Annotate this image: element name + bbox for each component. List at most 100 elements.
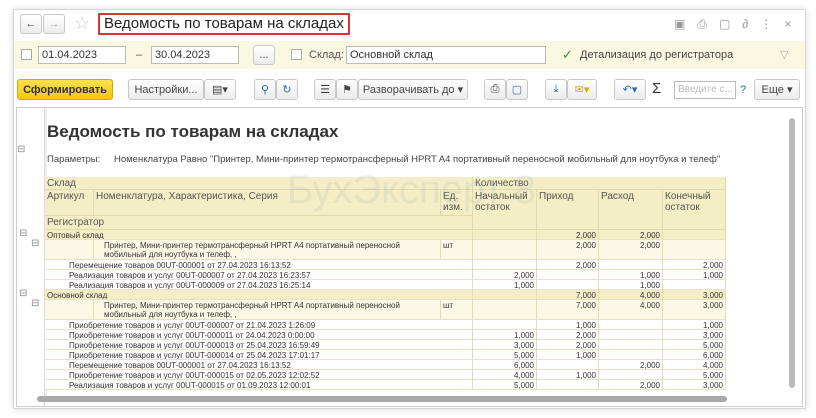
group-row-label: Основной склад xyxy=(45,290,473,300)
filter-icon[interactable]: ▽ xyxy=(780,48,788,61)
detail-label: Детализация до регистратора xyxy=(580,49,734,61)
help-button[interactable]: ? xyxy=(740,84,746,96)
expand-to-button[interactable]: Разворачивать до ▾ xyxy=(358,79,468,100)
header-warehouse: Склад xyxy=(45,177,473,190)
save-icon[interactable]: ▣ xyxy=(674,17,697,31)
link-icon[interactable]: ∂ xyxy=(742,17,760,31)
more-label: Еще xyxy=(761,83,784,96)
document-row-label: Перемещение товаров 00UT-000001 от 27.04… xyxy=(45,260,473,270)
header-article: Артикул xyxy=(45,190,94,216)
opening-cell: 5,000 xyxy=(473,380,537,390)
report-title: Ведомость по товарам на складах xyxy=(47,122,339,141)
closing-cell: 5,000 xyxy=(663,370,726,380)
horizontal-scrollbar[interactable] xyxy=(37,396,727,402)
closing-cell: 1,000 xyxy=(663,270,726,280)
header-quantity: Количество xyxy=(473,177,726,190)
close-icon[interactable]: × xyxy=(784,17,803,31)
document-row-label: Приобретение товаров и услуг 00UT-000015… xyxy=(45,370,473,380)
params-label: Параметры: xyxy=(47,154,101,165)
expense-cell: 4,000 xyxy=(599,290,663,300)
variants-icon[interactable]: ▤▾ xyxy=(204,79,236,100)
opening-cell xyxy=(473,260,537,270)
closing-cell: 2,000 xyxy=(663,260,726,270)
print-preview-icon[interactable]: ▢ xyxy=(506,79,528,100)
warehouse-checkbox[interactable] xyxy=(291,49,302,60)
opening-cell xyxy=(473,300,537,320)
undo-icon[interactable]: ↶▾ xyxy=(614,79,646,100)
expense-cell: 2,000 xyxy=(599,360,663,370)
income-cell: 7,000 xyxy=(537,300,599,320)
unit-cell: шт xyxy=(441,240,473,260)
closing-cell: 3,000 xyxy=(663,330,726,340)
print-button[interactable]: ⎙ xyxy=(484,79,506,100)
opening-cell xyxy=(473,320,537,330)
closing-cell: 4,000 xyxy=(663,360,726,370)
income-cell: 1,000 xyxy=(537,370,599,380)
collapse-icon[interactable]: ⊟ xyxy=(31,238,39,249)
closing-cell: 3,000 xyxy=(663,290,726,300)
collapse-icon[interactable]: ⊟ xyxy=(31,298,39,309)
period-checkbox[interactable] xyxy=(21,49,32,60)
collapse-params-icon[interactable]: ⊟ xyxy=(17,144,25,155)
filter-bar: 01.04.2023 – 30.04.2023 ... Склад: Основ… xyxy=(14,41,805,69)
document-row-label: Приобретение товаров и услуг 00UT-000011… xyxy=(45,330,473,340)
warehouse-select[interactable]: Основной склад xyxy=(346,46,546,64)
generate-button[interactable]: Сформировать xyxy=(17,79,113,100)
group-row-label: Оптовый склад xyxy=(45,230,473,240)
period-select-button[interactable]: ... xyxy=(253,45,275,65)
income-cell: 7,000 xyxy=(537,290,599,300)
closing-cell xyxy=(663,230,726,240)
flag-icon[interactable]: ⚑ xyxy=(336,79,358,100)
detail-checkbox[interactable]: ✓ xyxy=(562,47,573,63)
expand-label: Разворачивать до xyxy=(362,83,455,96)
expense-cell xyxy=(599,260,663,270)
search-icon[interactable]: ⚲ xyxy=(254,79,276,100)
document-row-label: Реализация товаров и услуг 00UT-000009 о… xyxy=(45,280,473,290)
search-next-icon[interactable]: ↻ xyxy=(276,79,298,100)
print-icon[interactable]: ⎙ xyxy=(697,17,719,31)
more-icon[interactable]: ⋮ xyxy=(760,17,784,31)
header-sort xyxy=(441,216,473,230)
opening-cell: 4,000 xyxy=(473,370,537,380)
expense-cell xyxy=(599,350,663,360)
header-income: Приход xyxy=(537,190,599,230)
article-cell xyxy=(45,300,94,320)
document-row-label: Реализация товаров и услуг 00UT-000007 о… xyxy=(45,270,473,280)
closing-cell: 3,000 xyxy=(663,300,726,320)
expense-cell: 1,000 xyxy=(599,280,663,290)
sum-icon[interactable]: Σ xyxy=(652,80,661,97)
opening-cell: 1,000 xyxy=(473,330,537,340)
opening-cell: 6,000 xyxy=(473,360,537,370)
date-to-input[interactable]: 30.04.2023 xyxy=(151,46,239,64)
date-from-input[interactable]: 01.04.2023 xyxy=(38,46,126,64)
params-value: Номенклатура Равно "Принтер, Мини-принте… xyxy=(114,154,721,165)
report-window: ← → ☆ Ведомость по товарам на складах ▣⎙… xyxy=(13,9,806,409)
document-row-label: Приобретение товаров и услуг 00UT-000014… xyxy=(45,350,473,360)
preview-icon[interactable]: ▢ xyxy=(719,17,742,31)
income-cell: 2,000 xyxy=(537,260,599,270)
collapse-icon[interactable]: ⊟ xyxy=(19,288,27,299)
income-cell: 1,000 xyxy=(537,350,599,360)
warehouse-label: Склад: xyxy=(309,49,344,61)
window-actions: ▣⎙▢∂⋮× xyxy=(674,17,803,32)
more-button[interactable]: Еще ▾ xyxy=(754,79,800,100)
income-cell: 2,000 xyxy=(537,240,599,260)
header-unit: Ед. изм. xyxy=(441,190,473,216)
document-row-label: Перемещение товаров 00UT-000001 от 27.04… xyxy=(45,360,473,370)
search-input[interactable]: Введите с... xyxy=(674,81,736,99)
settings-button[interactable]: Настройки... xyxy=(128,79,204,100)
closing-cell xyxy=(663,240,726,260)
favorite-star-icon[interactable]: ☆ xyxy=(74,13,90,34)
income-cell xyxy=(537,280,599,290)
vertical-scrollbar[interactable] xyxy=(789,118,795,388)
forward-button[interactable]: → xyxy=(43,14,65,34)
expense-cell xyxy=(599,370,663,380)
unit-cell: шт xyxy=(441,300,473,320)
back-button[interactable]: ← xyxy=(20,14,42,34)
save-download-icon[interactable]: ⤓ xyxy=(545,79,567,100)
report-area: Ведомость по товарам на складах Параметр… xyxy=(16,107,803,407)
window-title: Ведомость по товарам на складах xyxy=(98,13,350,35)
groups-icon[interactable]: ☰ xyxy=(314,79,336,100)
collapse-icon[interactable]: ⊟ xyxy=(19,228,27,239)
email-icon[interactable]: ✉▾ xyxy=(567,79,597,100)
